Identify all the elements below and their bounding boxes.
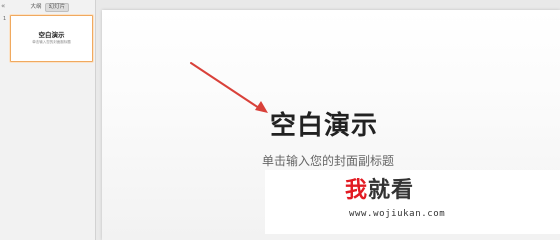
watermark: 我就看 www.wojiukan.com — [265, 170, 560, 234]
slide-number: 1 — [3, 16, 7, 22]
watermark-logo: 我就看 — [345, 178, 414, 204]
slide-panel: « 大纲 幻灯片 1 空白演示 单击输入您的封面副标题 — [0, 0, 96, 240]
thumbnail-title: 空白演示 — [38, 31, 65, 39]
slide-thumbnail[interactable]: 空白演示 单击输入您的封面副标题 — [10, 15, 93, 62]
tab-outline[interactable]: 大纲 — [28, 3, 44, 12]
watermark-url: www.wojiukan.com — [349, 209, 446, 219]
slide-subtitle-placeholder[interactable]: 单击输入您的封面副标题 — [262, 153, 394, 169]
collapse-panel-icon[interactable]: « — [1, 2, 5, 10]
thumbnail-subtitle: 单击输入您的封面副标题 — [32, 40, 71, 44]
watermark-dark-chars: 就看 — [368, 178, 415, 203]
slide-title[interactable]: 空白演示 — [270, 110, 378, 142]
watermark-red-char: 我 — [345, 178, 369, 203]
tab-slides[interactable]: 幻灯片 — [45, 3, 69, 12]
